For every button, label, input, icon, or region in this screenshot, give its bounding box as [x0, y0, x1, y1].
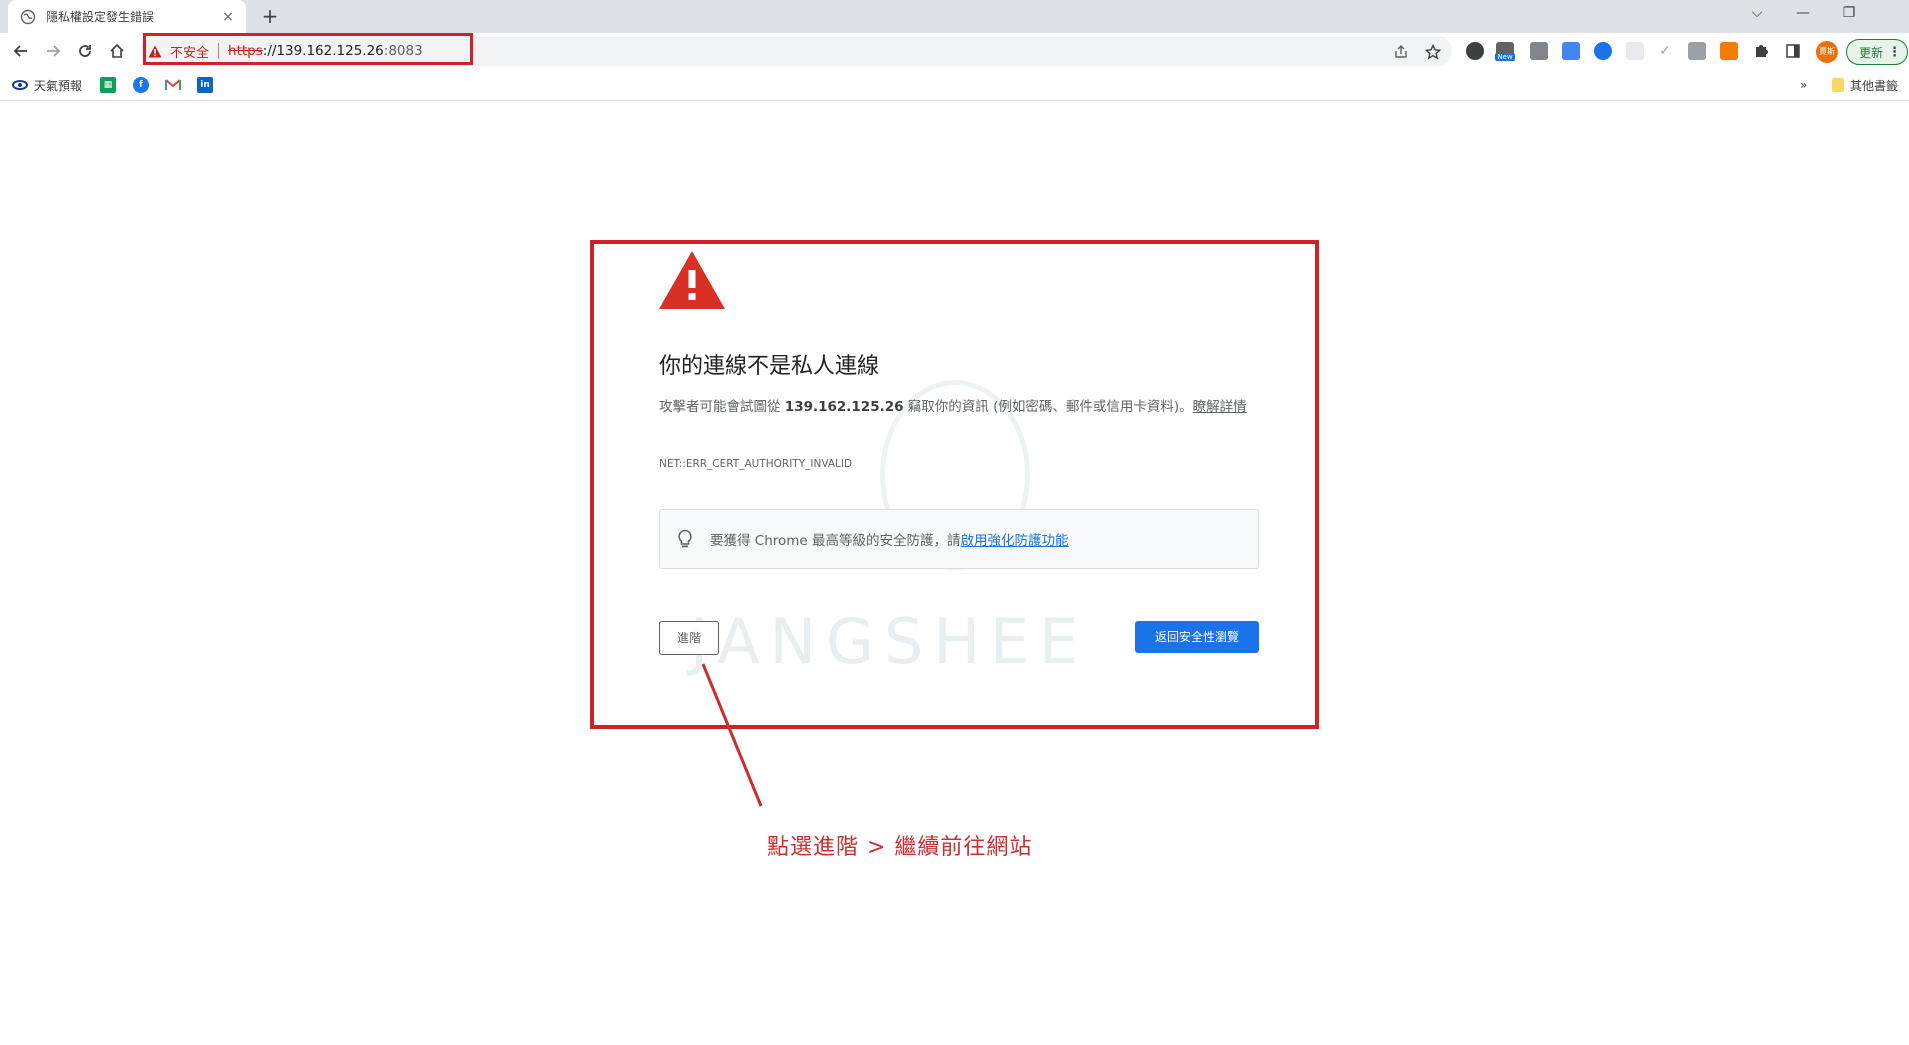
- extension-chat-icon[interactable]: [1530, 42, 1548, 60]
- puzzle-icon: [1756, 45, 1768, 57]
- chevrons-right-icon: »: [1800, 78, 1808, 92]
- other-bookmarks-label: 其他書籤: [1850, 78, 1899, 93]
- error-code: NET::ERR_CERT_AUTHORITY_INVALID: [659, 458, 853, 470]
- home-icon: [110, 43, 124, 58]
- tip-text: 要獲得 Chrome 最高等級的安全防護，請啟用強化防護功能: [710, 529, 1069, 549]
- extension-code-icon[interactable]: [1688, 42, 1706, 60]
- extension-checkmark-icon[interactable]: ✓: [1656, 42, 1674, 60]
- extension-check-circle-icon[interactable]: [1594, 42, 1612, 60]
- enable-enhanced-protection-link[interactable]: 啟用強化防護功能: [961, 533, 1069, 549]
- extension-picture-icon[interactable]: [1626, 42, 1644, 60]
- warning-description: 攻擊者可能會試圖從 139.162.125.26 竊取你的資訊 (例如密碼、郵件…: [659, 395, 1254, 420]
- url-highlight-box: [143, 33, 473, 65]
- facebook-icon: f: [133, 77, 149, 93]
- forward-button[interactable]: [40, 38, 66, 64]
- tab-active[interactable]: 隱私權設定發生錯誤 ×: [8, 0, 246, 33]
- extension-news-icon[interactable]: New: [1495, 42, 1515, 61]
- tab-search-icon[interactable]: ⌵: [1734, 0, 1780, 28]
- folder-icon: [1832, 78, 1844, 92]
- tab-strip: 隱私權設定發生錯誤 × + ⌵ — ❐: [0, 0, 1909, 33]
- restore-button[interactable]: ❐: [1826, 0, 1872, 28]
- share-icon: [1395, 45, 1407, 58]
- update-label: 更新: [1859, 45, 1884, 60]
- description-host: 139.162.125.26: [784, 399, 904, 415]
- bookmark-label: 天氣預報: [34, 78, 83, 93]
- extension-grammar-icon[interactable]: [1466, 42, 1484, 60]
- bookmark-other-folder[interactable]: 其他書籤: [1832, 77, 1898, 93]
- profile-avatar[interactable]: 賈斯: [1816, 41, 1838, 63]
- gmail-icon: [165, 77, 181, 93]
- arrow-right-icon: [47, 45, 61, 57]
- advanced-button[interactable]: 進階: [659, 621, 719, 655]
- tab-close-icon[interactable]: ×: [220, 9, 236, 25]
- description-prefix: 攻擊者可能會試圖從: [659, 399, 785, 415]
- annotation-highlight-frame: [590, 240, 1319, 729]
- extension-calendar-icon[interactable]: [1720, 42, 1738, 60]
- minimize-button[interactable]: —: [1780, 0, 1826, 28]
- star-icon: [1425, 44, 1441, 60]
- tab-title: 隱私權設定發生錯誤: [46, 10, 155, 24]
- home-button[interactable]: [104, 38, 130, 64]
- arrow-left-icon: [13, 45, 27, 57]
- bookmarks-overflow[interactable]: »: [1800, 77, 1807, 93]
- globe-icon: [20, 9, 36, 24]
- bookmark-weather[interactable]: 天氣預報: [12, 77, 82, 93]
- side-panel-icon: [1786, 44, 1800, 58]
- bookmark-gmail[interactable]: [165, 77, 187, 93]
- extension-translate-icon[interactable]: [1562, 42, 1580, 60]
- page-title: 你的連線不是私人連線: [659, 354, 880, 379]
- linkedin-icon: in: [197, 77, 213, 93]
- reload-button[interactable]: [72, 38, 98, 64]
- description-suffix: 竊取你的資訊 (例如密碼、郵件或信用卡資料)。: [903, 399, 1193, 415]
- bookmarks-bar: 天氣預報 ▦ f in » 其他書籤: [0, 69, 1909, 101]
- back-to-safety-button[interactable]: 返回安全性瀏覽: [1135, 621, 1259, 653]
- warning-triangle-icon: [659, 251, 725, 309]
- reload-icon: [79, 45, 91, 57]
- new-tab-button[interactable]: +: [258, 4, 282, 28]
- enhanced-protection-tip: 要獲得 Chrome 最高等級的安全防護，請啟用強化防護功能: [659, 509, 1259, 569]
- menu-dots-icon[interactable]: ⋮: [1888, 45, 1901, 60]
- tip-prefix: 要獲得 Chrome 最高等級的安全防護，請: [710, 533, 961, 549]
- extensions-puzzle-button[interactable]: [1752, 42, 1770, 60]
- spreadsheet-icon: ▦: [100, 77, 116, 93]
- bookmark-linkedin[interactable]: in: [197, 77, 219, 93]
- back-button[interactable]: [8, 38, 34, 64]
- side-panel-button[interactable]: [1784, 42, 1802, 60]
- bookmark-sheets[interactable]: ▦: [100, 77, 122, 93]
- annotation-caption: 點選進階 > 繼續前往網站: [767, 835, 1033, 860]
- weather-eye-icon: [12, 77, 28, 93]
- bookmark-facebook[interactable]: f: [133, 77, 155, 93]
- share-button[interactable]: [1392, 43, 1410, 61]
- update-button[interactable]: 更新 ⋮: [1846, 39, 1908, 65]
- bookmark-star-button[interactable]: [1424, 43, 1442, 61]
- new-badge: New: [1495, 53, 1515, 61]
- learn-more-link[interactable]: 瞭解詳情: [1193, 399, 1247, 415]
- lightbulb-icon: [678, 529, 692, 548]
